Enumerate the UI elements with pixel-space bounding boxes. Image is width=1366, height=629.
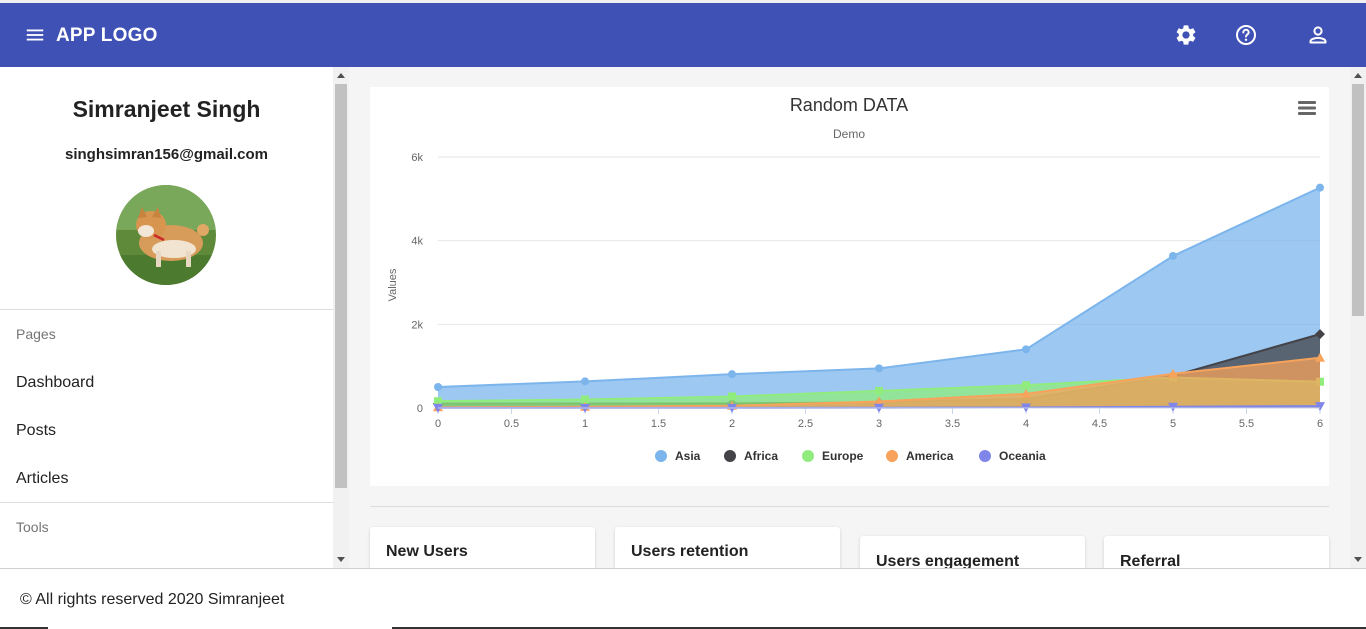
point-europe xyxy=(875,386,883,395)
x-tick-label: 4.5 xyxy=(1092,418,1107,430)
point-asia xyxy=(1022,345,1030,354)
legend-label-europe: Europe xyxy=(822,449,864,463)
point-asia xyxy=(1169,251,1177,260)
scroll-down-arrow-icon[interactable] xyxy=(337,557,345,562)
sidebar-item-dashboard[interactable]: Dashboard xyxy=(16,374,94,392)
area-chart: Random DATA Demo Values 0 2k 4k 6k 0 0.5 1 1.5 2 2.5… xyxy=(387,95,1325,463)
card-new-users[interactable]: New Users xyxy=(370,527,595,568)
point-europe xyxy=(1022,381,1030,390)
chart-title: Random DATA xyxy=(790,95,908,115)
scroll-down-arrow-icon[interactable] xyxy=(1354,557,1362,562)
y-tick-label: 2k xyxy=(411,319,423,331)
x-tick-label: 1 xyxy=(582,418,588,430)
account-icon[interactable] xyxy=(1306,23,1330,47)
card-title: Users retention xyxy=(631,543,749,560)
user-email: singhsimran156@gmail.com xyxy=(64,146,269,163)
scroll-up-arrow-icon[interactable] xyxy=(337,73,345,78)
app-logo[interactable]: APP LOGO xyxy=(56,25,158,47)
legend-marker-africa xyxy=(724,450,736,462)
sidebar-divider xyxy=(0,309,333,310)
chart-menu-icon[interactable] xyxy=(1297,99,1317,117)
card-users-engagement[interactable]: Users engagement xyxy=(860,536,1085,568)
sidebar-item-posts[interactable]: Posts xyxy=(16,422,56,440)
sidebar-scroll-thumb[interactable] xyxy=(335,84,347,488)
chart-card: Random DATA Demo Values 0 2k 4k 6k 0 0.5 1 1.5 2 2.5… xyxy=(370,87,1329,486)
x-tick-label: 5 xyxy=(1170,418,1176,430)
x-tick-label: 1.5 xyxy=(651,418,666,430)
legend-marker-oceania xyxy=(979,450,991,462)
y-axis-label: Values xyxy=(387,268,399,301)
y-tick-label: 4k xyxy=(411,236,423,248)
content-divider xyxy=(370,506,1329,507)
legend-label-asia: Asia xyxy=(675,449,701,463)
footer-text: © All rights reserved 2020 Simranjeet xyxy=(20,591,285,608)
app-bar: APP LOGO xyxy=(0,3,1366,67)
card-title: Referral xyxy=(1120,553,1181,568)
legend-label-africa: Africa xyxy=(744,449,778,463)
x-tick-label: 2 xyxy=(729,418,735,430)
legend-marker-europe xyxy=(802,450,814,462)
main-scrollbar[interactable] xyxy=(1350,67,1366,568)
x-tick-label: 2.5 xyxy=(798,418,813,430)
point-asia xyxy=(875,364,883,373)
card-title: Users engagement xyxy=(876,553,1020,568)
sidebar-item-articles[interactable]: Articles xyxy=(16,470,68,488)
sidebar: Simranjeet Singh singhsimran156@gmail.co… xyxy=(0,67,333,568)
x-tick-label: 5.5 xyxy=(1239,418,1254,430)
scroll-up-arrow-icon[interactable] xyxy=(1354,73,1362,78)
footer: © All rights reserved 2020 Simranjeet xyxy=(0,568,1366,629)
legend-label-america: America xyxy=(906,449,954,463)
point-asia xyxy=(581,377,589,386)
main-scroll-thumb[interactable] xyxy=(1352,84,1364,316)
point-asia xyxy=(434,382,442,391)
sidebar-scrollbar[interactable] xyxy=(333,67,349,568)
legend-label-oceania: Oceania xyxy=(999,449,1046,463)
x-tick-label: 3 xyxy=(876,418,882,430)
point-asia xyxy=(1316,183,1324,192)
x-tick-label: 0.5 xyxy=(504,418,519,430)
legend-marker-asia xyxy=(655,450,667,462)
menu-icon[interactable] xyxy=(24,24,46,46)
sidebar-divider xyxy=(0,502,333,503)
y-tick-label: 0 xyxy=(417,403,423,415)
point-europe xyxy=(728,392,736,401)
avatar xyxy=(116,185,216,285)
user-name: Simranjeet Singh xyxy=(72,96,261,122)
x-tick-label: 4 xyxy=(1023,418,1029,430)
x-tick-label: 6 xyxy=(1317,418,1323,430)
legend-marker-america xyxy=(886,450,898,462)
x-tick-label: 3.5 xyxy=(945,418,960,430)
settings-icon[interactable] xyxy=(1174,23,1198,47)
point-asia xyxy=(728,370,736,379)
chart-subtitle: Demo xyxy=(833,127,865,141)
section-title-pages: Pages xyxy=(16,326,56,342)
y-tick-label: 6k xyxy=(411,152,423,164)
card-referral[interactable]: Referral xyxy=(1104,536,1329,568)
card-users-retention[interactable]: Users retention xyxy=(615,527,840,568)
main-content: Random DATA Demo Values 0 2k 4k 6k 0 0.5 1 1.5 2 2.5… xyxy=(349,67,1350,568)
section-title-tools: Tools xyxy=(16,519,49,535)
x-tick-label: 0 xyxy=(435,418,441,430)
card-title: New Users xyxy=(386,543,468,560)
help-icon[interactable] xyxy=(1234,23,1258,47)
